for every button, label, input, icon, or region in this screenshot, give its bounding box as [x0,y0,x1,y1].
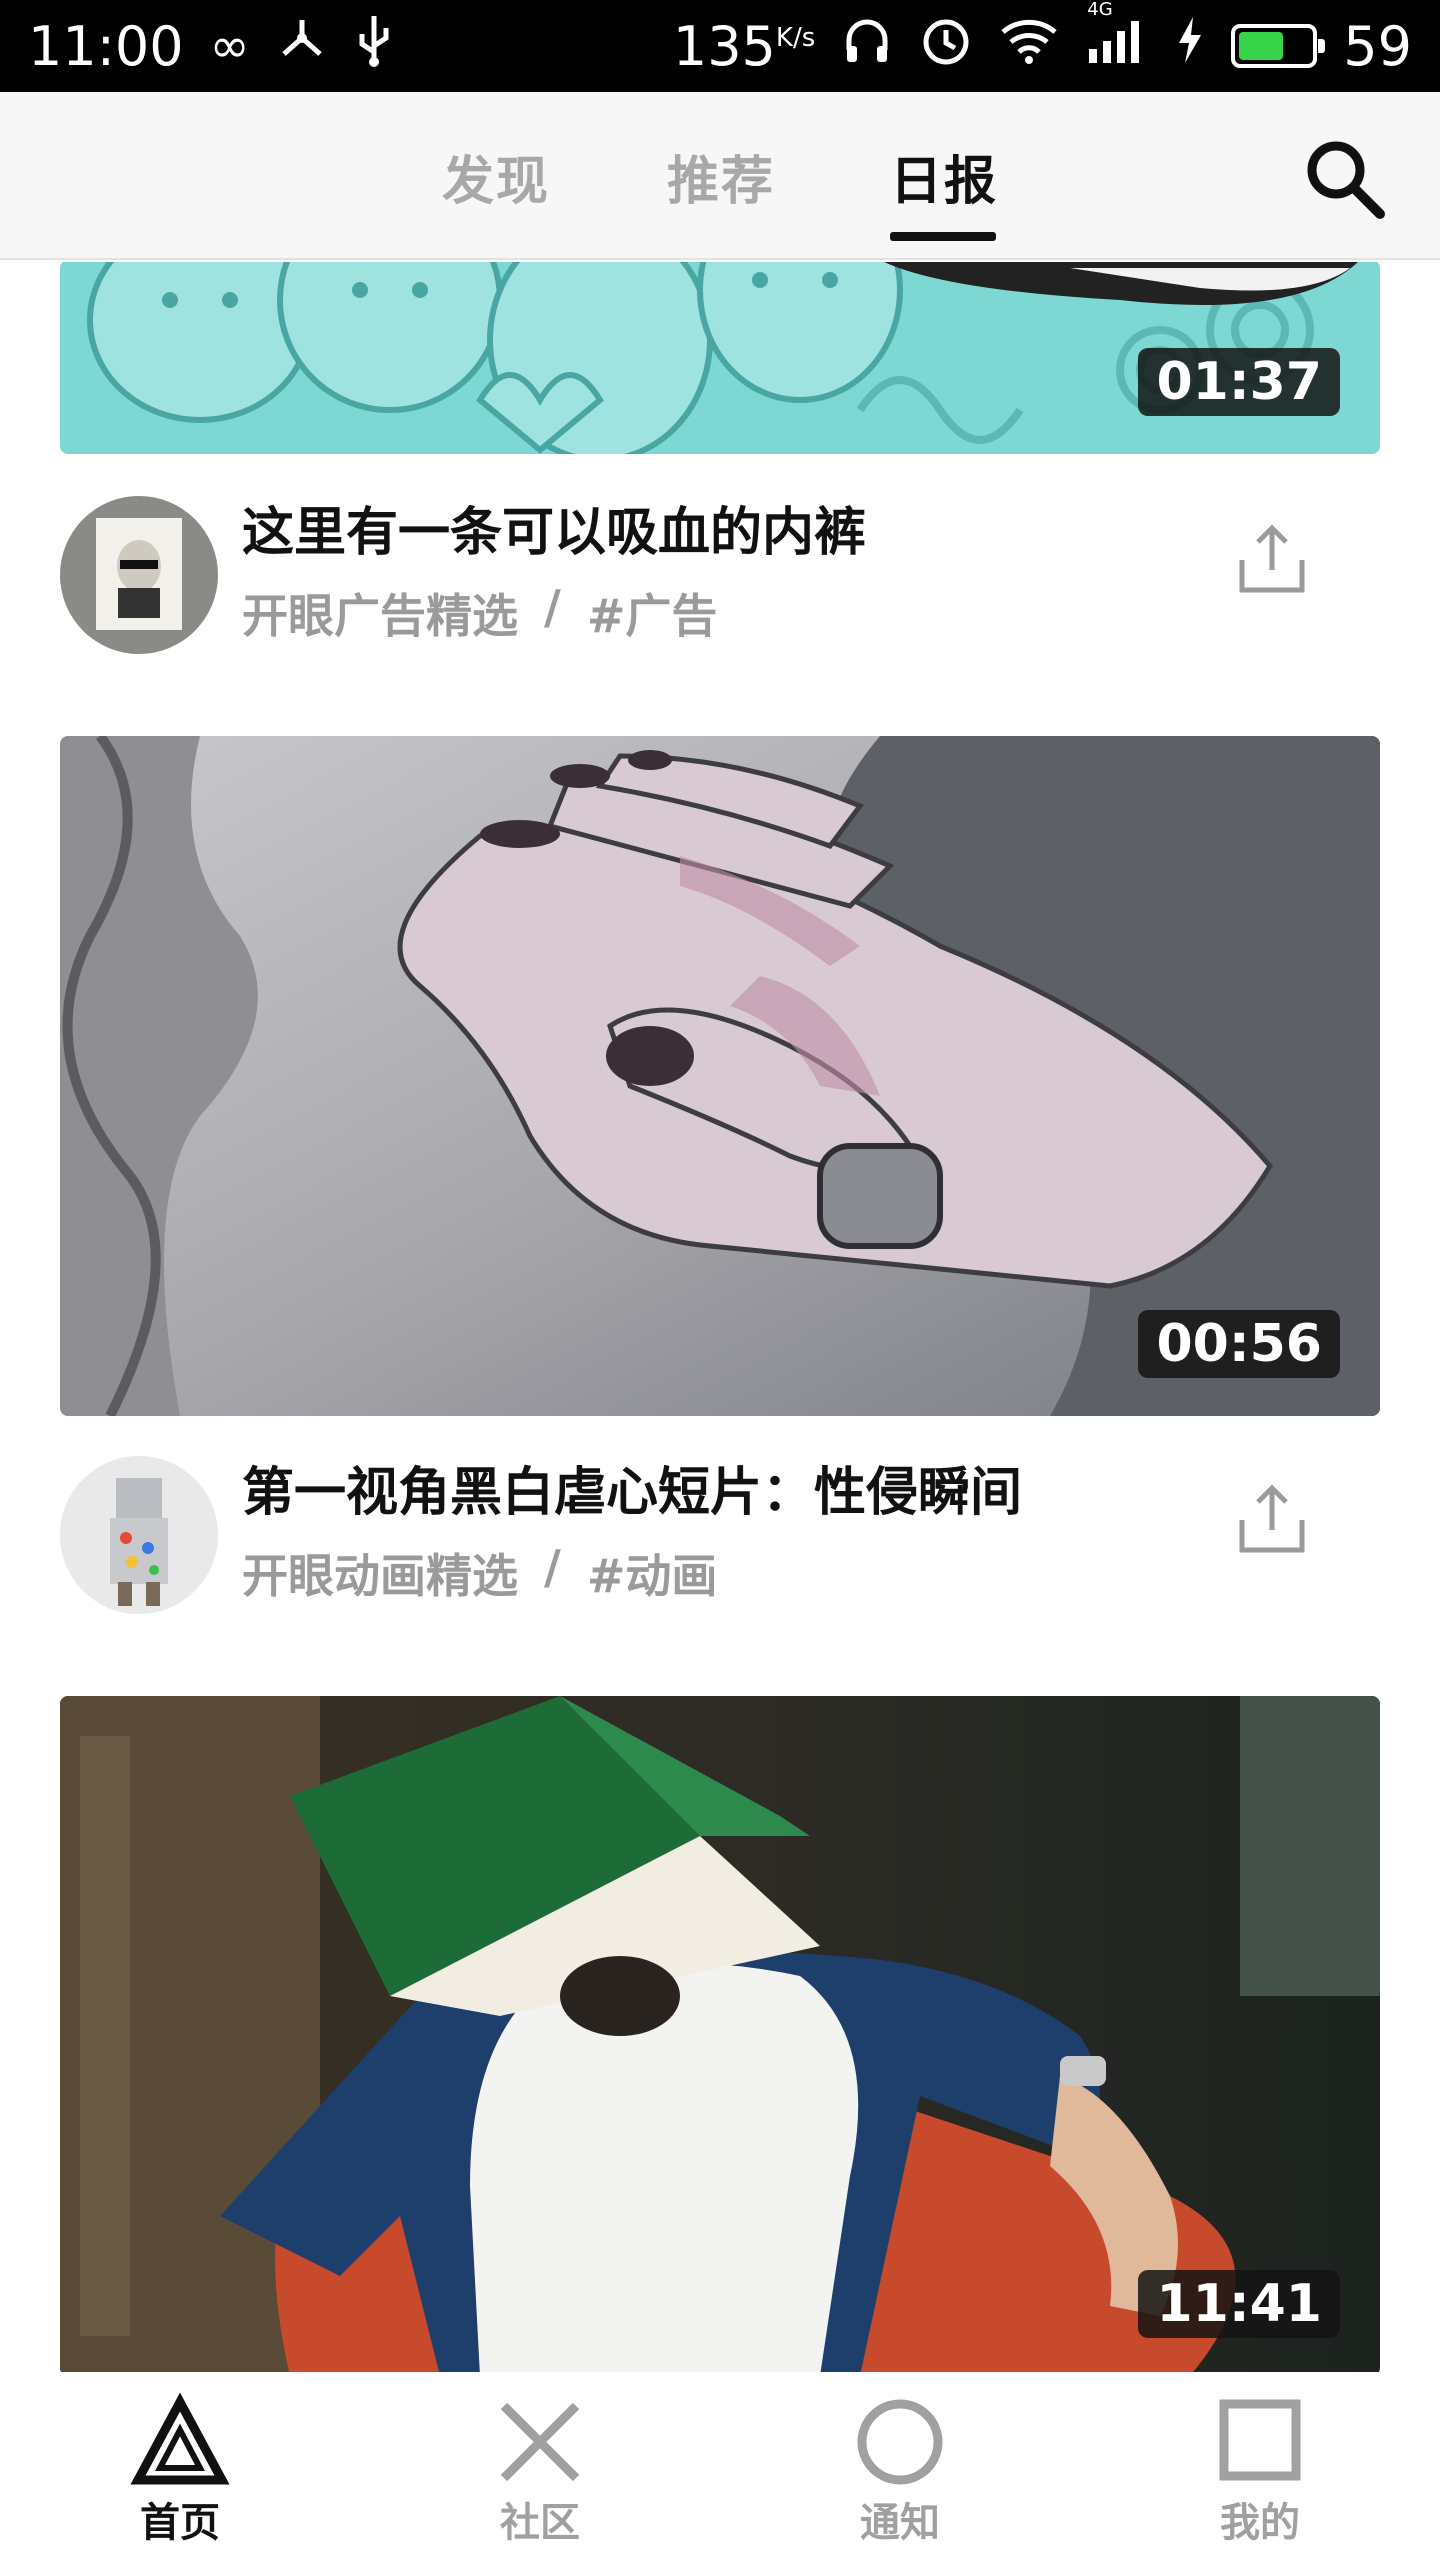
top-nav: 发现 推荐 日报 [0,92,1440,260]
status-left: 11:00 ∞ [28,12,394,81]
share-button[interactable] [1232,1480,1312,1560]
speed-unit: K/s [775,22,816,53]
video-category[interactable]: 开眼广告精选 [242,580,518,646]
video-title[interactable]: 第一视角黑白虐心短片：性侵瞬间 [242,1450,1022,1525]
triangle-icon [130,2392,230,2485]
video-category[interactable]: 开眼动画精选 [242,1540,518,1606]
avatar[interactable] [60,1456,218,1614]
wifi-icon [999,14,1059,79]
battery-level [1239,32,1283,60]
cross-icon [500,2402,580,2482]
status-right: 135K/s 4G 59 [673,0,1412,80]
tab-discover[interactable]: 发现 [442,92,550,260]
battery-icon [1231,24,1326,68]
video-feed[interactable]: 01:37 这里有一条可以吸血的内裤 开眼广告精选 / #广告 00:56 第一… [0,262,1440,2372]
video-tag[interactable]: #动画 [587,1540,718,1606]
status-time: 11:00 [28,14,184,78]
nav-notifications[interactable]: 通知 [800,2372,1000,2560]
nav-community[interactable]: 社区 [440,2372,640,2560]
signal-icon: 4G [1085,0,1149,78]
video-thumbnail[interactable]: 01:37 [60,262,1380,454]
alarm-icon [919,13,973,80]
bottom-nav: 首页 社区 通知 我的 [0,2372,1440,2560]
status-bar: 11:00 ∞ 135K/s 4G 59 [0,0,1440,92]
video-title[interactable]: 这里有一条可以吸血的内裤 [242,490,866,565]
nav-notifications-label: 通知 [860,2500,940,2546]
video-meta: 开眼广告精选 / #广告 [242,580,717,646]
video-thumbnail[interactable]: 00:56 [60,736,1380,1416]
video-duration: 01:37 [1138,348,1340,416]
active-tab-indicator [890,232,996,241]
meta-separator: / [544,580,561,634]
infinity-icon: ∞ [209,18,250,74]
battery-percent: 59 [1343,14,1412,78]
video-meta: 开眼动画精选 / #动画 [242,1540,717,1606]
search-icon [1307,141,1385,219]
headphones-icon [841,14,893,79]
nav-home[interactable]: 首页 [80,2372,280,2560]
usb-icon [354,12,394,81]
search-button[interactable] [1300,134,1390,224]
video-card-info[interactable]: 这里有一条可以吸血的内裤 开眼广告精选 / #广告 [60,484,1380,654]
video-duration: 11:41 [1138,2270,1340,2338]
network-speed: 135K/s [673,15,815,78]
meta-separator: / [544,1540,561,1594]
speed-value: 135 [672,14,776,78]
square-icon [1219,2399,1301,2481]
share-icon [1239,1484,1305,1553]
nav-profile-label: 我的 [1220,2500,1300,2546]
video-tag[interactable]: #广告 [587,580,718,646]
circle-icon [857,2399,943,2485]
nav-profile[interactable]: 我的 [1160,2372,1360,2560]
share-icon [1239,524,1305,593]
share-button[interactable] [1232,520,1312,600]
video-card-info[interactable]: 第一视角黑白虐心短片：性侵瞬间 开眼动画精选 / #动画 [60,1444,1380,1614]
tab-recommend[interactable]: 推荐 [667,92,775,260]
share-network-icon [276,14,328,79]
nav-home-label: 首页 [140,2500,220,2546]
video-thumbnail[interactable]: 11:41 [60,1696,1380,2372]
charging-icon [1175,15,1205,78]
network-type: 4G [1087,0,1113,20]
nav-community-label: 社区 [500,2500,580,2546]
avatar[interactable] [60,496,218,654]
video-duration: 00:56 [1138,1310,1340,1378]
